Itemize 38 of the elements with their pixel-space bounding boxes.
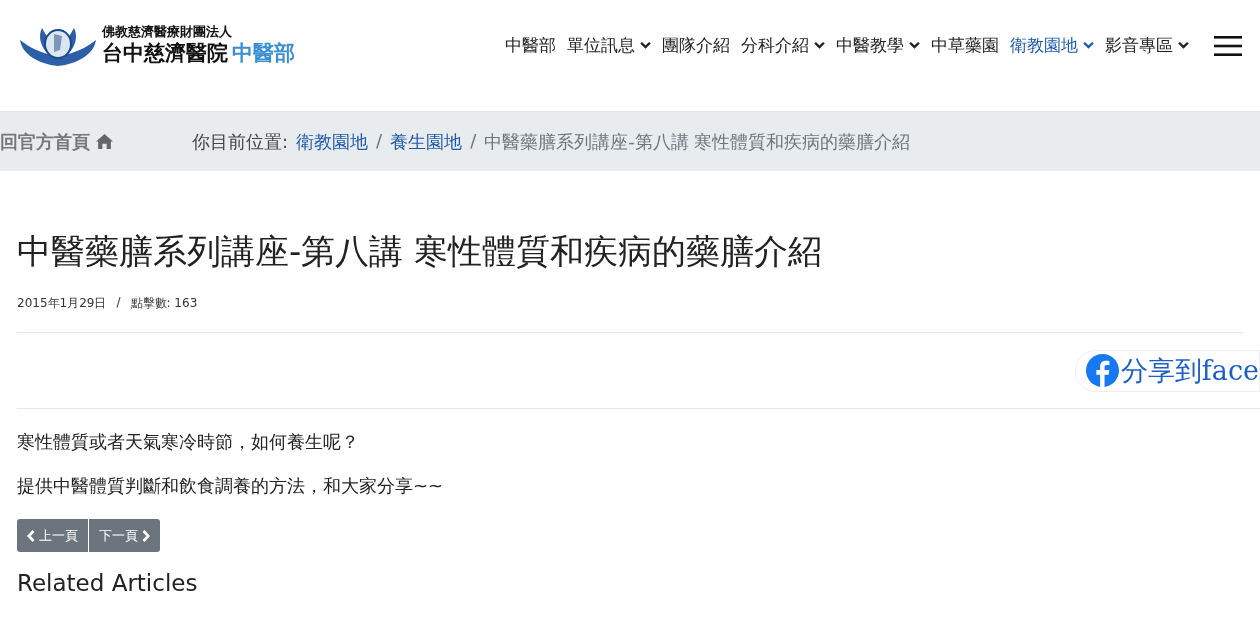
hit-count: 點擊數: 163 xyxy=(130,295,198,312)
chevron-down-icon[interactable] xyxy=(640,41,651,50)
nav-item[interactable]: 中草藥園 xyxy=(931,34,999,57)
article-paragraph: 提供中醫體質判斷和飲食調養的方法，和大家分享~~ xyxy=(17,474,445,498)
nav-item[interactable]: 衛教園地 xyxy=(1010,34,1094,57)
meta-separator: / xyxy=(116,295,121,311)
nav-item[interactable]: 中醫教學 xyxy=(836,34,920,57)
breadcrumb-label: 你目前位置: xyxy=(192,129,289,154)
chevron-down-icon[interactable] xyxy=(1178,41,1189,50)
nav-item[interactable]: 中醫部 xyxy=(505,34,556,57)
article-title: 中醫藥膳系列講座-第八講 寒性體質和疾病的藥膳介紹 xyxy=(17,230,824,273)
chevron-right-icon[interactable] xyxy=(142,529,150,542)
organization-name: 佛教慈濟醫療財團法人 xyxy=(102,24,233,39)
home-link[interactable]: 回官方首頁 xyxy=(0,129,192,154)
breadcrumb-current: 中醫藥膳系列講座-第八講 寒性體質和疾病的藥膳介紹 xyxy=(484,129,911,154)
breadcrumb-separator: / xyxy=(470,129,477,153)
facebook-icon[interactable] xyxy=(1085,354,1119,387)
chevron-left-icon[interactable] xyxy=(27,529,35,542)
article-paragraph: 寒性體質或者天氣寒冷時節，如何養生呢？ xyxy=(17,430,360,454)
breadcrumb-link[interactable]: 養生園地 xyxy=(390,129,463,154)
chevron-down-icon[interactable] xyxy=(814,41,825,50)
chevron-down-icon[interactable] xyxy=(909,41,920,50)
home-icon[interactable] xyxy=(96,134,113,149)
facebook-share-button[interactable]: 分享到face xyxy=(1074,349,1260,392)
chevron-down-icon[interactable] xyxy=(1083,41,1094,50)
breadcrumb-separator: / xyxy=(376,129,383,153)
breadcrumb-link[interactable]: 衛教園地 xyxy=(296,129,369,154)
nav-item[interactable]: 單位訊息 xyxy=(567,34,651,57)
nav-item[interactable]: 團隊介紹 xyxy=(662,34,730,57)
nav-item[interactable]: 分科介紹 xyxy=(741,34,825,57)
nav-item[interactable]: 影音專區 xyxy=(1105,34,1189,57)
related-articles-heading: Related Articles xyxy=(17,570,199,596)
next-page-button[interactable]: 下一頁 xyxy=(89,519,160,552)
publish-date: 2015年1月29日 xyxy=(17,295,107,312)
department-name: 中醫部 xyxy=(232,40,295,67)
hospital-name: 台中慈濟醫院 xyxy=(102,40,228,67)
previous-page-button[interactable]: 上一頁 xyxy=(17,519,89,552)
menu-icon[interactable] xyxy=(1214,35,1242,56)
